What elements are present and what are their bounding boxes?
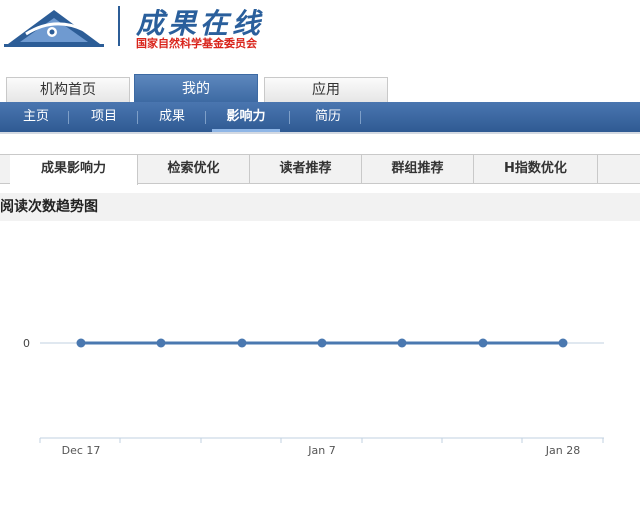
tab-search-optimization[interactable]: 检索优化 bbox=[138, 155, 250, 184]
tab-institution-home[interactable]: 机构首页 bbox=[6, 77, 130, 102]
logo-icon[interactable] bbox=[4, 4, 104, 48]
data-point[interactable] bbox=[156, 338, 166, 348]
reading-trend-chart: 0 Dec 17 Jan 7 Jan 28 bbox=[23, 337, 604, 457]
x-tick-label: Jan 28 bbox=[545, 444, 580, 457]
sub-nav-separator bbox=[205, 111, 206, 124]
data-point[interactable] bbox=[397, 338, 407, 348]
sub-nav-separator bbox=[137, 111, 138, 124]
data-point[interactable] bbox=[478, 338, 488, 348]
site-subtitle: 国家自然科学基金委员会 bbox=[136, 37, 257, 50]
tab-apps[interactable]: 应用 bbox=[264, 77, 388, 102]
tab-mine[interactable]: 我的 bbox=[134, 74, 258, 102]
sub-nav-resume[interactable]: 简历 bbox=[300, 102, 356, 132]
content-tabs: 成果影响力 检索优化 读者推荐 群组推荐 H指数优化 bbox=[0, 154, 640, 185]
section-title: 阅读次数趋势图 bbox=[0, 193, 640, 221]
x-tick-label: Jan 7 bbox=[307, 444, 335, 457]
sub-nav-impact[interactable]: 影响力 bbox=[212, 102, 280, 132]
data-point[interactable] bbox=[558, 338, 568, 348]
main-tabs: 机构首页 我的 应用 bbox=[0, 74, 640, 102]
sub-nav-projects[interactable]: 项目 bbox=[78, 102, 130, 132]
tab-reader-recommend[interactable]: 读者推荐 bbox=[250, 155, 362, 184]
site-header: 成果在线 国家自然科学基金委员会 bbox=[0, 0, 640, 60]
sub-nav: 主页 项目 成果 影响力 简历 bbox=[0, 102, 640, 134]
sub-nav-separator bbox=[289, 111, 290, 124]
tab-group-recommend[interactable]: 群组推荐 bbox=[362, 155, 474, 184]
y-tick-label: 0 bbox=[23, 337, 30, 350]
tab-result-impact[interactable]: 成果影响力 bbox=[10, 155, 138, 185]
sub-nav-separator bbox=[360, 111, 361, 124]
data-point[interactable] bbox=[237, 338, 247, 348]
data-point[interactable] bbox=[76, 338, 86, 348]
data-point[interactable] bbox=[317, 338, 327, 348]
sub-nav-home[interactable]: 主页 bbox=[10, 102, 62, 132]
sub-nav-separator bbox=[68, 111, 69, 124]
x-tick-label: Dec 17 bbox=[62, 444, 101, 457]
sub-nav-results[interactable]: 成果 bbox=[146, 102, 198, 132]
tab-h-index-optimization[interactable]: H指数优化 bbox=[474, 155, 598, 184]
logo-divider bbox=[118, 6, 120, 46]
